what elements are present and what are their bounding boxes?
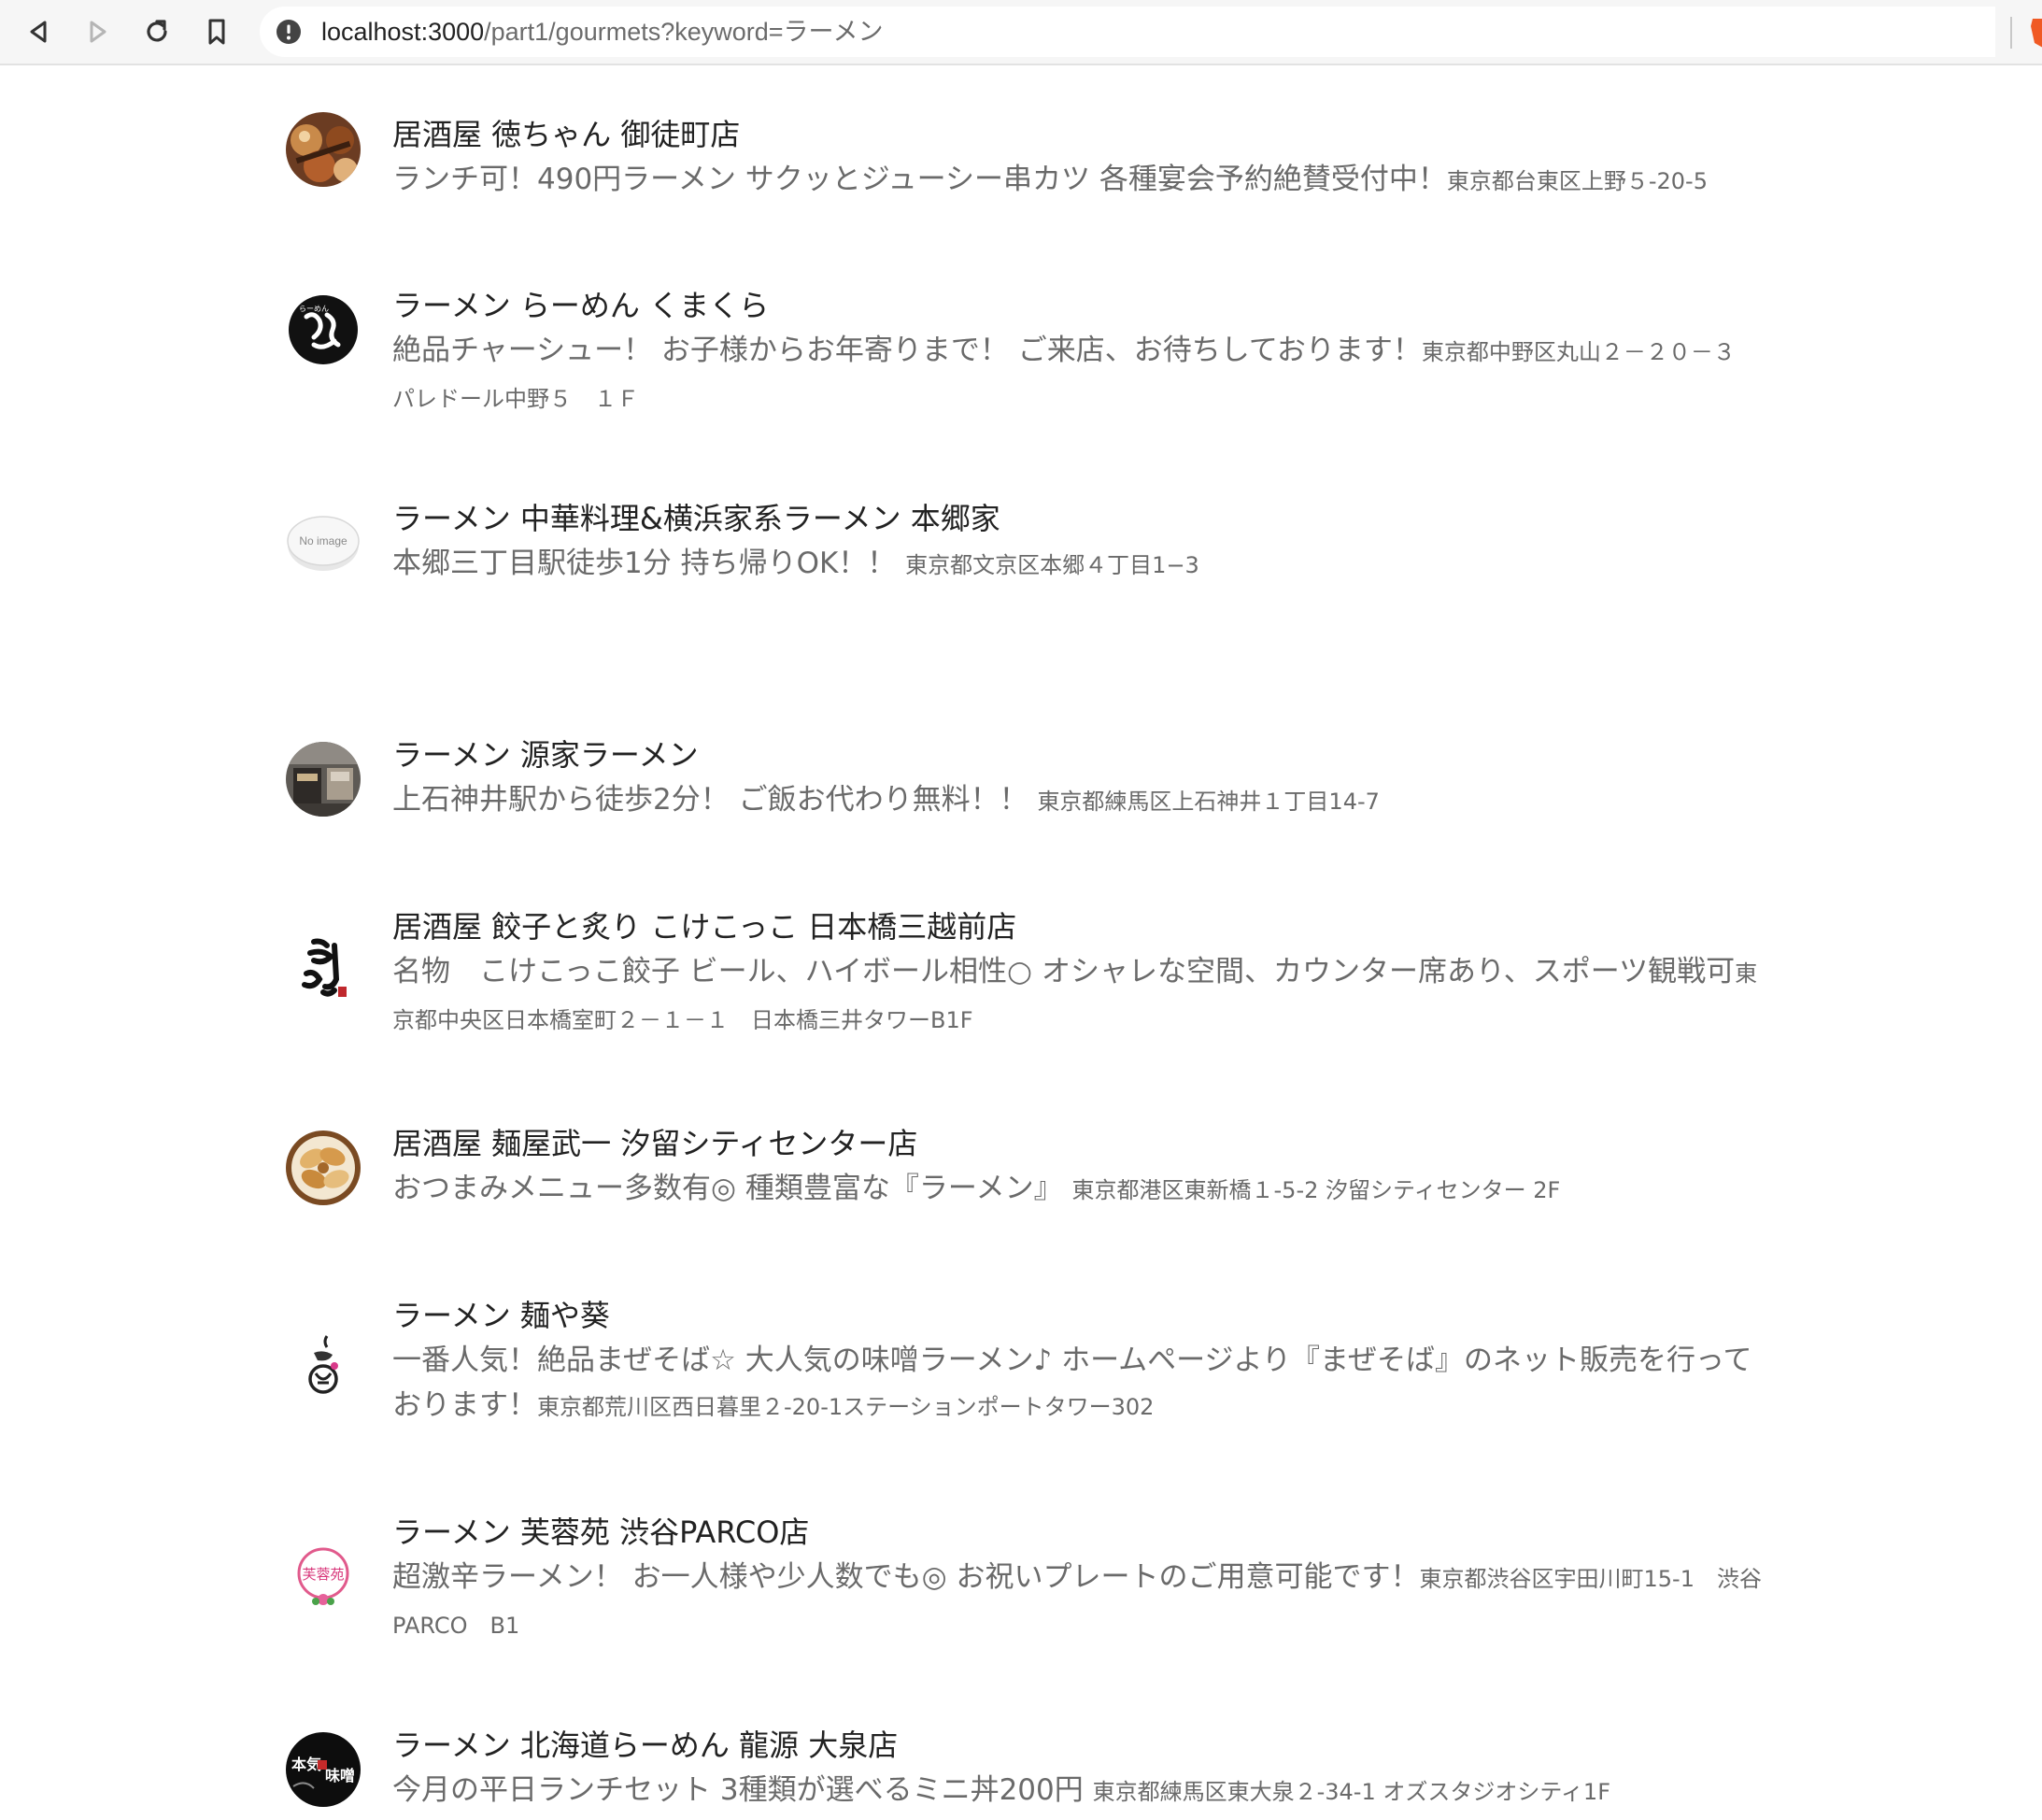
list-item: ラーメン 源家ラーメン 上石神井駅から徒歩2分！ ご飯お代わり無料！！ 東京都練…: [286, 732, 1762, 824]
shop-name[interactable]: 居酒屋 麺屋武一 汐留シティセンター店: [392, 1121, 1762, 1166]
shop-description: 超激辛ラーメン！ お一人様や少人数でも◎ お祝いプレートのご用意可能です！東京都…: [392, 1555, 1762, 1648]
menya-aoi-logo-icon: [286, 1329, 361, 1403]
address-bar[interactable]: localhost:3000/part1/gourmets?keyword=ラー…: [260, 7, 1995, 57]
browser-toolbar: localhost:3000/part1/gourmets?keyword=ラー…: [0, 0, 2042, 65]
shop-catch: 本郷三丁目駅徒歩1分 持ち帰りOK！！: [392, 547, 906, 580]
back-button[interactable]: [19, 11, 60, 52]
list-item: ラーメン 麺や葵 一番人気！絶品まぜそば☆ 大人気の味噌ラーメン♪ ホームページ…: [286, 1293, 1762, 1429]
shop-description: 絶品チャーシュー！ お子様からお年寄りまで！ ご来店、お待ちしております！東京都…: [392, 328, 1762, 421]
brave-shield-icon[interactable]: [2029, 17, 2042, 49]
svg-text:本気: 本気: [291, 1756, 321, 1773]
bookmark-icon: [208, 19, 225, 45]
shop-name[interactable]: ラーメン 源家ラーメン: [392, 732, 1762, 777]
forward-button[interactable]: [77, 11, 118, 52]
shop-name[interactable]: ラーメン 中華料理&横浜家系ラーメン 本郷家: [392, 496, 1762, 541]
shop-catch: おつまみメニュー多数有◎ 種類豊富な『ラーメン』: [392, 1172, 1072, 1205]
svg-text:らーめん: らーめん: [299, 305, 329, 313]
no-image-label: No image: [299, 534, 347, 547]
fuyoen-logo-icon: 芙蓉苑: [286, 1538, 361, 1613]
storefront-photo-icon: [286, 742, 361, 817]
shop-catch: 上石神井駅から徒歩2分！ ご飯お代わり無料！！: [392, 783, 1038, 817]
shop-description: 今月の平日ランチセット 3種類が選べるミニ丼200円 東京都練馬区東大泉２-34…: [392, 1768, 1762, 1814]
shop-name[interactable]: ラーメン らーめん くまくら: [392, 283, 1762, 328]
url-host: localhost:3000: [321, 18, 485, 46]
reload-icon: [147, 20, 167, 42]
shop-catch: 今月の平日ランチセット 3種類が選べるミニ丼200円: [392, 1773, 1093, 1807]
reload-button[interactable]: [136, 11, 177, 52]
shop-catch: 名物 こけこっこ餃子 ビール、ハイボール相性○ オシャレな空間、カウンター席あり…: [392, 955, 1736, 988]
list-item: らーめん ラーメン らーめん くまくら 絶品チャーシュー！ お子様からお年寄りま…: [286, 283, 1762, 421]
list-item: 本気 味噌 ラーメン 北海道らーめん 龍源 大泉店 今月の平日ランチセット 3種類…: [286, 1723, 1762, 1814]
shop-address: 東京都文京区本郷４丁目1−3: [905, 552, 1199, 578]
list-item: 居酒屋 麺屋武一 汐留シティセンター店 おつまみメニュー多数有◎ 種類豊富な『ラ…: [286, 1121, 1762, 1213]
food-photo-icon: [286, 112, 361, 187]
shop-description: 名物 こけこっこ餃子 ビール、ハイボール相性○ オシャレな空間、カウンター席あり…: [392, 949, 1762, 1043]
shop-name[interactable]: ラーメン 麺や葵: [392, 1293, 1762, 1338]
list-item: No image ラーメン 中華料理&横浜家系ラーメン 本郷家 本郷三丁目駅徒歩…: [286, 496, 1762, 588]
shop-description: おつまみメニュー多数有◎ 種類豊富な『ラーメン』 東京都港区東新橋１-5-2 汐…: [392, 1166, 1762, 1213]
shop-description: 本郷三丁目駅徒歩1分 持ち帰りOK！！ 東京都文京区本郷４丁目1−3: [392, 541, 1762, 588]
shop-address: 東京都練馬区上石神井１丁目14-7: [1037, 789, 1380, 815]
url-path: /part1/gourmets?keyword=ラーメン: [484, 18, 884, 46]
ryugen-logo-icon: 本気 味噌: [286, 1732, 361, 1807]
back-arrow-icon: [30, 21, 47, 43]
shop-description: ランチ可！490円ラーメン サクッとジューシー串カツ 各種宴会予約絶賛受付中！東…: [392, 157, 1762, 204]
gyoza-photo-icon: [286, 1130, 361, 1205]
no-image-icon: No image: [286, 505, 361, 580]
shop-catch: ランチ可！490円ラーメン サクッとジューシー串カツ 各種宴会予約絶賛受付中！: [392, 163, 1447, 196]
list-item: 居酒屋 徳ちゃん 御徒町店 ランチ可！490円ラーメン サクッとジューシー串カツ…: [286, 112, 1762, 204]
forward-arrow-icon: [90, 21, 106, 43]
shop-catch: 超激辛ラーメン！ お一人様や少人数でも◎ お祝いプレートのご用意可能です！: [392, 1560, 1420, 1594]
shop-catch: 絶品チャーシュー！ お子様からお年寄りまで！ ご来店、お待ちしております！: [392, 334, 1422, 367]
kumakura-logo-icon: らーめん: [286, 292, 361, 367]
url-text[interactable]: localhost:3000/part1/gourmets?keyword=ラー…: [321, 7, 883, 57]
shop-name[interactable]: ラーメン 芙蓉苑 渋谷PARCO店: [392, 1510, 1762, 1555]
shop-address: 東京都荒川区西日暮里２-20-1ステーションポートタワー302: [537, 1394, 1155, 1420]
shop-description: 上石神井駅から徒歩2分！ ご飯お代わり無料！！ 東京都練馬区上石神井１丁目14-…: [392, 777, 1762, 824]
shop-address: 東京都台東区上野５-20-5: [1446, 168, 1708, 194]
bookmark-button[interactable]: [196, 11, 237, 52]
shop-address: 東京都港区東新橋１-5-2 汐留シティセンター 2F: [1071, 1177, 1561, 1203]
list-item: 居酒屋 餃子と炙り こけこっこ 日本橋三越前店 名物 こけこっこ餃子 ビール、ハ…: [286, 904, 1762, 1043]
shop-address: 東京都練馬区東大泉２-34-1 オズスタジオシティ1F: [1092, 1779, 1610, 1805]
shop-name[interactable]: 居酒屋 餃子と炙り こけこっこ 日本橋三越前店: [392, 904, 1762, 949]
svg-text:味噌: 味噌: [325, 1767, 355, 1784]
shop-description: 一番人気！絶品まぜそば☆ 大人気の味噌ラーメン♪ ホームページより『まぜそば』の…: [392, 1338, 1762, 1429]
list-item: 芙蓉苑 ラーメン 芙蓉苑 渋谷PARCO店 超激辛ラーメン！ お一人様や少人数で…: [286, 1510, 1762, 1648]
kokekokko-logo-icon: [286, 932, 361, 1007]
site-info-icon[interactable]: [275, 18, 303, 46]
shop-name[interactable]: ラーメン 北海道らーめん 龍源 大泉店: [392, 1723, 1762, 1768]
shop-name[interactable]: 居酒屋 徳ちゃん 御徒町店: [392, 112, 1762, 157]
svg-text:芙蓉苑: 芙蓉苑: [302, 1566, 344, 1583]
toolbar-divider: [2010, 17, 2012, 49]
